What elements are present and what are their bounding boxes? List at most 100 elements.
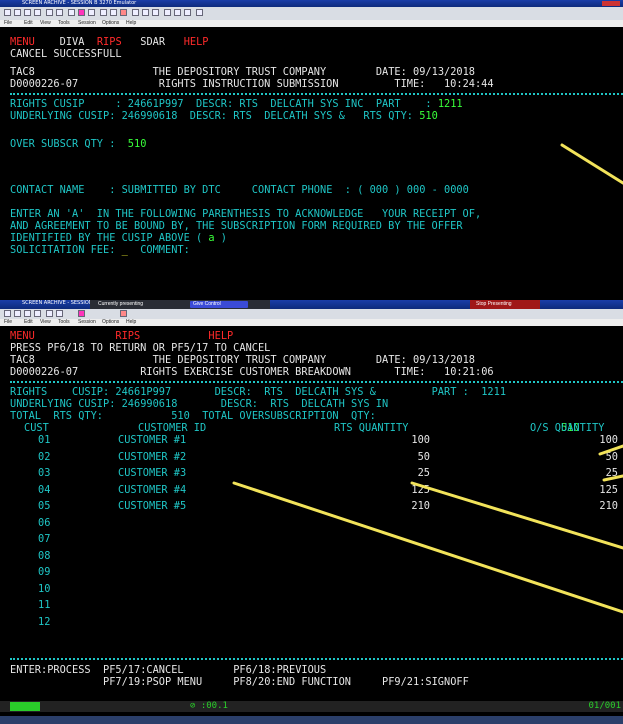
nav-rips[interactable]: RIPS bbox=[115, 330, 140, 342]
pf6-previous[interactable]: PF6/18:PREVIOUS bbox=[233, 664, 326, 676]
send-icon[interactable] bbox=[88, 9, 95, 16]
menu-options[interactable]: Options bbox=[102, 319, 119, 326]
rights-cusip-label: RIGHTS CUSIP : bbox=[10, 98, 122, 110]
customer-id-field[interactable]: CUSTOMER #2 bbox=[118, 451, 186, 463]
menu-edit[interactable]: Edit bbox=[24, 319, 33, 326]
menu-help[interactable]: Help bbox=[126, 20, 136, 27]
time-value: 10:21:06 bbox=[444, 366, 494, 378]
menu-view[interactable]: View bbox=[40, 20, 51, 27]
nav-diva[interactable]: DIVA bbox=[60, 36, 85, 48]
pf7-psop-menu[interactable]: PF7/19:PSOP MENU bbox=[103, 676, 202, 688]
forward-icon[interactable] bbox=[110, 9, 117, 16]
print-icon[interactable] bbox=[34, 310, 41, 317]
save-icon[interactable] bbox=[24, 9, 31, 16]
menu-session[interactable]: Session bbox=[78, 20, 96, 27]
rts-qty-field[interactable]: 510 bbox=[419, 110, 438, 122]
customer-id-field[interactable]: CUSTOMER #4 bbox=[118, 484, 186, 496]
cust-number: 02 bbox=[38, 450, 51, 463]
open-icon[interactable] bbox=[14, 9, 21, 16]
stop-presenting-button[interactable]: Stop Presenting bbox=[470, 300, 540, 309]
over-subscr-label: OVER SUBSCR QTY : bbox=[10, 138, 116, 150]
customer-id-field[interactable]: CUSTOMER #5 bbox=[118, 500, 186, 512]
save-icon[interactable] bbox=[24, 310, 31, 317]
paste-icon[interactable] bbox=[56, 9, 63, 16]
solicitation-field[interactable]: _ bbox=[122, 244, 128, 256]
nav-help[interactable]: HELP bbox=[184, 36, 209, 48]
menu-file[interactable]: File bbox=[4, 20, 12, 27]
underlying-line: UNDERLYING CUSIP: 246990618 DESCR: RTS D… bbox=[10, 398, 388, 410]
window-controls[interactable] bbox=[602, 1, 620, 6]
part-value: 1211 bbox=[481, 386, 507, 398]
rights-line: RIGHTS CUSIP: 24661P997 DESCR: RTS DELCA… bbox=[10, 386, 506, 398]
total-rts-value: 510 bbox=[171, 410, 190, 422]
pf9-signoff[interactable]: PF9/21:SIGNOFF bbox=[382, 676, 469, 688]
menu-help[interactable]: Help bbox=[126, 319, 136, 326]
menu-bar-2: File Edit View Tools Session Options Hel… bbox=[0, 319, 623, 326]
underlying-descr: RTS DELCATH SYS & bbox=[233, 110, 345, 122]
acknowledge-field[interactable]: a bbox=[202, 232, 221, 244]
color-icon[interactable] bbox=[184, 9, 191, 16]
os-quantity-field[interactable]: 50 bbox=[606, 451, 618, 463]
window-title: SCREEN ARCHIVE - SESSION B 3270 Emulator bbox=[22, 0, 137, 6]
terminal-screen-2[interactable]: MENU RIPS HELP PRESS PF6/18 TO RETURN OR… bbox=[10, 328, 623, 701]
rts-quantity-field[interactable]: 50 bbox=[418, 451, 430, 463]
rts-qty-label: RTS QTY: bbox=[363, 110, 414, 122]
pf-enter[interactable]: ENTER:PROCESS bbox=[10, 664, 91, 676]
os-quantity-field[interactable]: 125 bbox=[599, 484, 618, 496]
rts-quantity-field[interactable]: 25 bbox=[418, 467, 430, 479]
pf5-cancel[interactable]: PF5/17:CANCEL bbox=[103, 664, 184, 676]
contact-phone-field[interactable]: ( 000 ) 000 - 0000 bbox=[357, 184, 469, 196]
menu-view[interactable]: View bbox=[40, 319, 51, 326]
stop-icon[interactable] bbox=[120, 9, 127, 16]
nav-menu[interactable]: MENU bbox=[10, 330, 35, 342]
rts-quantity-field[interactable]: 100 bbox=[411, 434, 430, 446]
record-icon[interactable] bbox=[78, 310, 85, 317]
cust-number: 09 bbox=[38, 566, 51, 578]
window-titlebar[interactable]: SCREEN ARCHIVE - SESSION B 3270 Emulator bbox=[0, 0, 623, 7]
pf8-end-function[interactable]: PF8/20:END FUNCTION bbox=[233, 676, 351, 688]
copy-icon[interactable] bbox=[46, 310, 53, 317]
refresh-icon[interactable] bbox=[132, 9, 139, 16]
new-icon[interactable] bbox=[4, 310, 11, 317]
give-control-dropdown[interactable]: Give Control bbox=[190, 301, 248, 308]
nav-menu[interactable]: MENU bbox=[10, 36, 35, 48]
font-icon[interactable] bbox=[174, 9, 181, 16]
nav-help[interactable]: HELP bbox=[208, 330, 233, 342]
macro-icon[interactable] bbox=[68, 9, 75, 16]
part-value[interactable]: 1211 bbox=[438, 98, 463, 110]
menu-tools[interactable]: Tools bbox=[58, 20, 70, 27]
menu-edit[interactable]: Edit bbox=[24, 20, 33, 27]
new-icon[interactable] bbox=[4, 9, 11, 16]
over-subscr-field[interactable]: 510 bbox=[128, 138, 147, 150]
os-quantity-field[interactable]: 100 bbox=[599, 434, 618, 446]
nav-sdar[interactable]: SDAR bbox=[140, 36, 165, 48]
copy-icon[interactable] bbox=[46, 9, 53, 16]
contact-name-field[interactable]: SUBMITTED BY DTC bbox=[122, 184, 221, 196]
os-quantity-field[interactable]: 210 bbox=[599, 500, 618, 512]
keyboard-icon[interactable] bbox=[164, 9, 171, 16]
open-icon[interactable] bbox=[14, 310, 21, 317]
menu-tools[interactable]: Tools bbox=[58, 319, 70, 326]
stop-icon[interactable] bbox=[120, 310, 127, 317]
rights-cusip-value: 24661P997 bbox=[127, 98, 184, 110]
print-icon[interactable] bbox=[34, 9, 41, 16]
find-icon[interactable] bbox=[142, 9, 149, 16]
ack-line-3: IDENTIFIED BY THE CUSIP ABOVE ( a ) bbox=[10, 232, 227, 244]
settings-icon[interactable] bbox=[152, 9, 159, 16]
underlying-cusip-label: UNDERLYING CUSIP: bbox=[10, 110, 116, 122]
header-line-1: TAC8 THE DEPOSITORY TRUST COMPANY DATE: … bbox=[10, 354, 475, 366]
customer-id-field[interactable]: CUSTOMER #3 bbox=[118, 467, 186, 479]
rts-quantity-field[interactable]: 125 bbox=[411, 484, 430, 496]
rts-quantity-field[interactable]: 210 bbox=[411, 500, 430, 512]
menu-session[interactable]: Session bbox=[78, 319, 96, 326]
terminal-screen-1[interactable]: MENU DIVA RIPS SDAR HELP CANCEL SUCCESSF… bbox=[10, 30, 623, 300]
os-quantity-field[interactable]: 25 bbox=[606, 467, 618, 479]
customer-id-field[interactable]: CUSTOMER #1 bbox=[118, 434, 186, 446]
menu-file[interactable]: File bbox=[4, 319, 12, 326]
menu-options[interactable]: Options bbox=[102, 20, 119, 27]
back-icon[interactable] bbox=[100, 9, 107, 16]
paste-icon[interactable] bbox=[56, 310, 63, 317]
record-icon[interactable] bbox=[78, 9, 85, 16]
nav-rips[interactable]: RIPS bbox=[97, 36, 122, 48]
help-icon[interactable] bbox=[196, 9, 203, 16]
